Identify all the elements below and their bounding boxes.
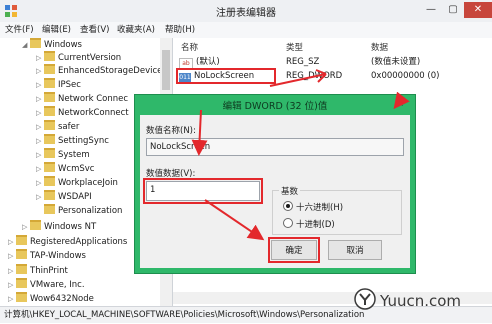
arrow-to-dword-value: [269, 73, 327, 87]
watermark-text: Yuucn.com: [380, 292, 462, 310]
annotation-arrows: [191, 69, 410, 241]
arrow-to-value-data: [191, 109, 208, 156]
arrow-to-ok-button: [204, 199, 265, 241]
watermark-logo-icon: [354, 288, 376, 310]
arrow-to-dialog-title: [393, 91, 410, 110]
